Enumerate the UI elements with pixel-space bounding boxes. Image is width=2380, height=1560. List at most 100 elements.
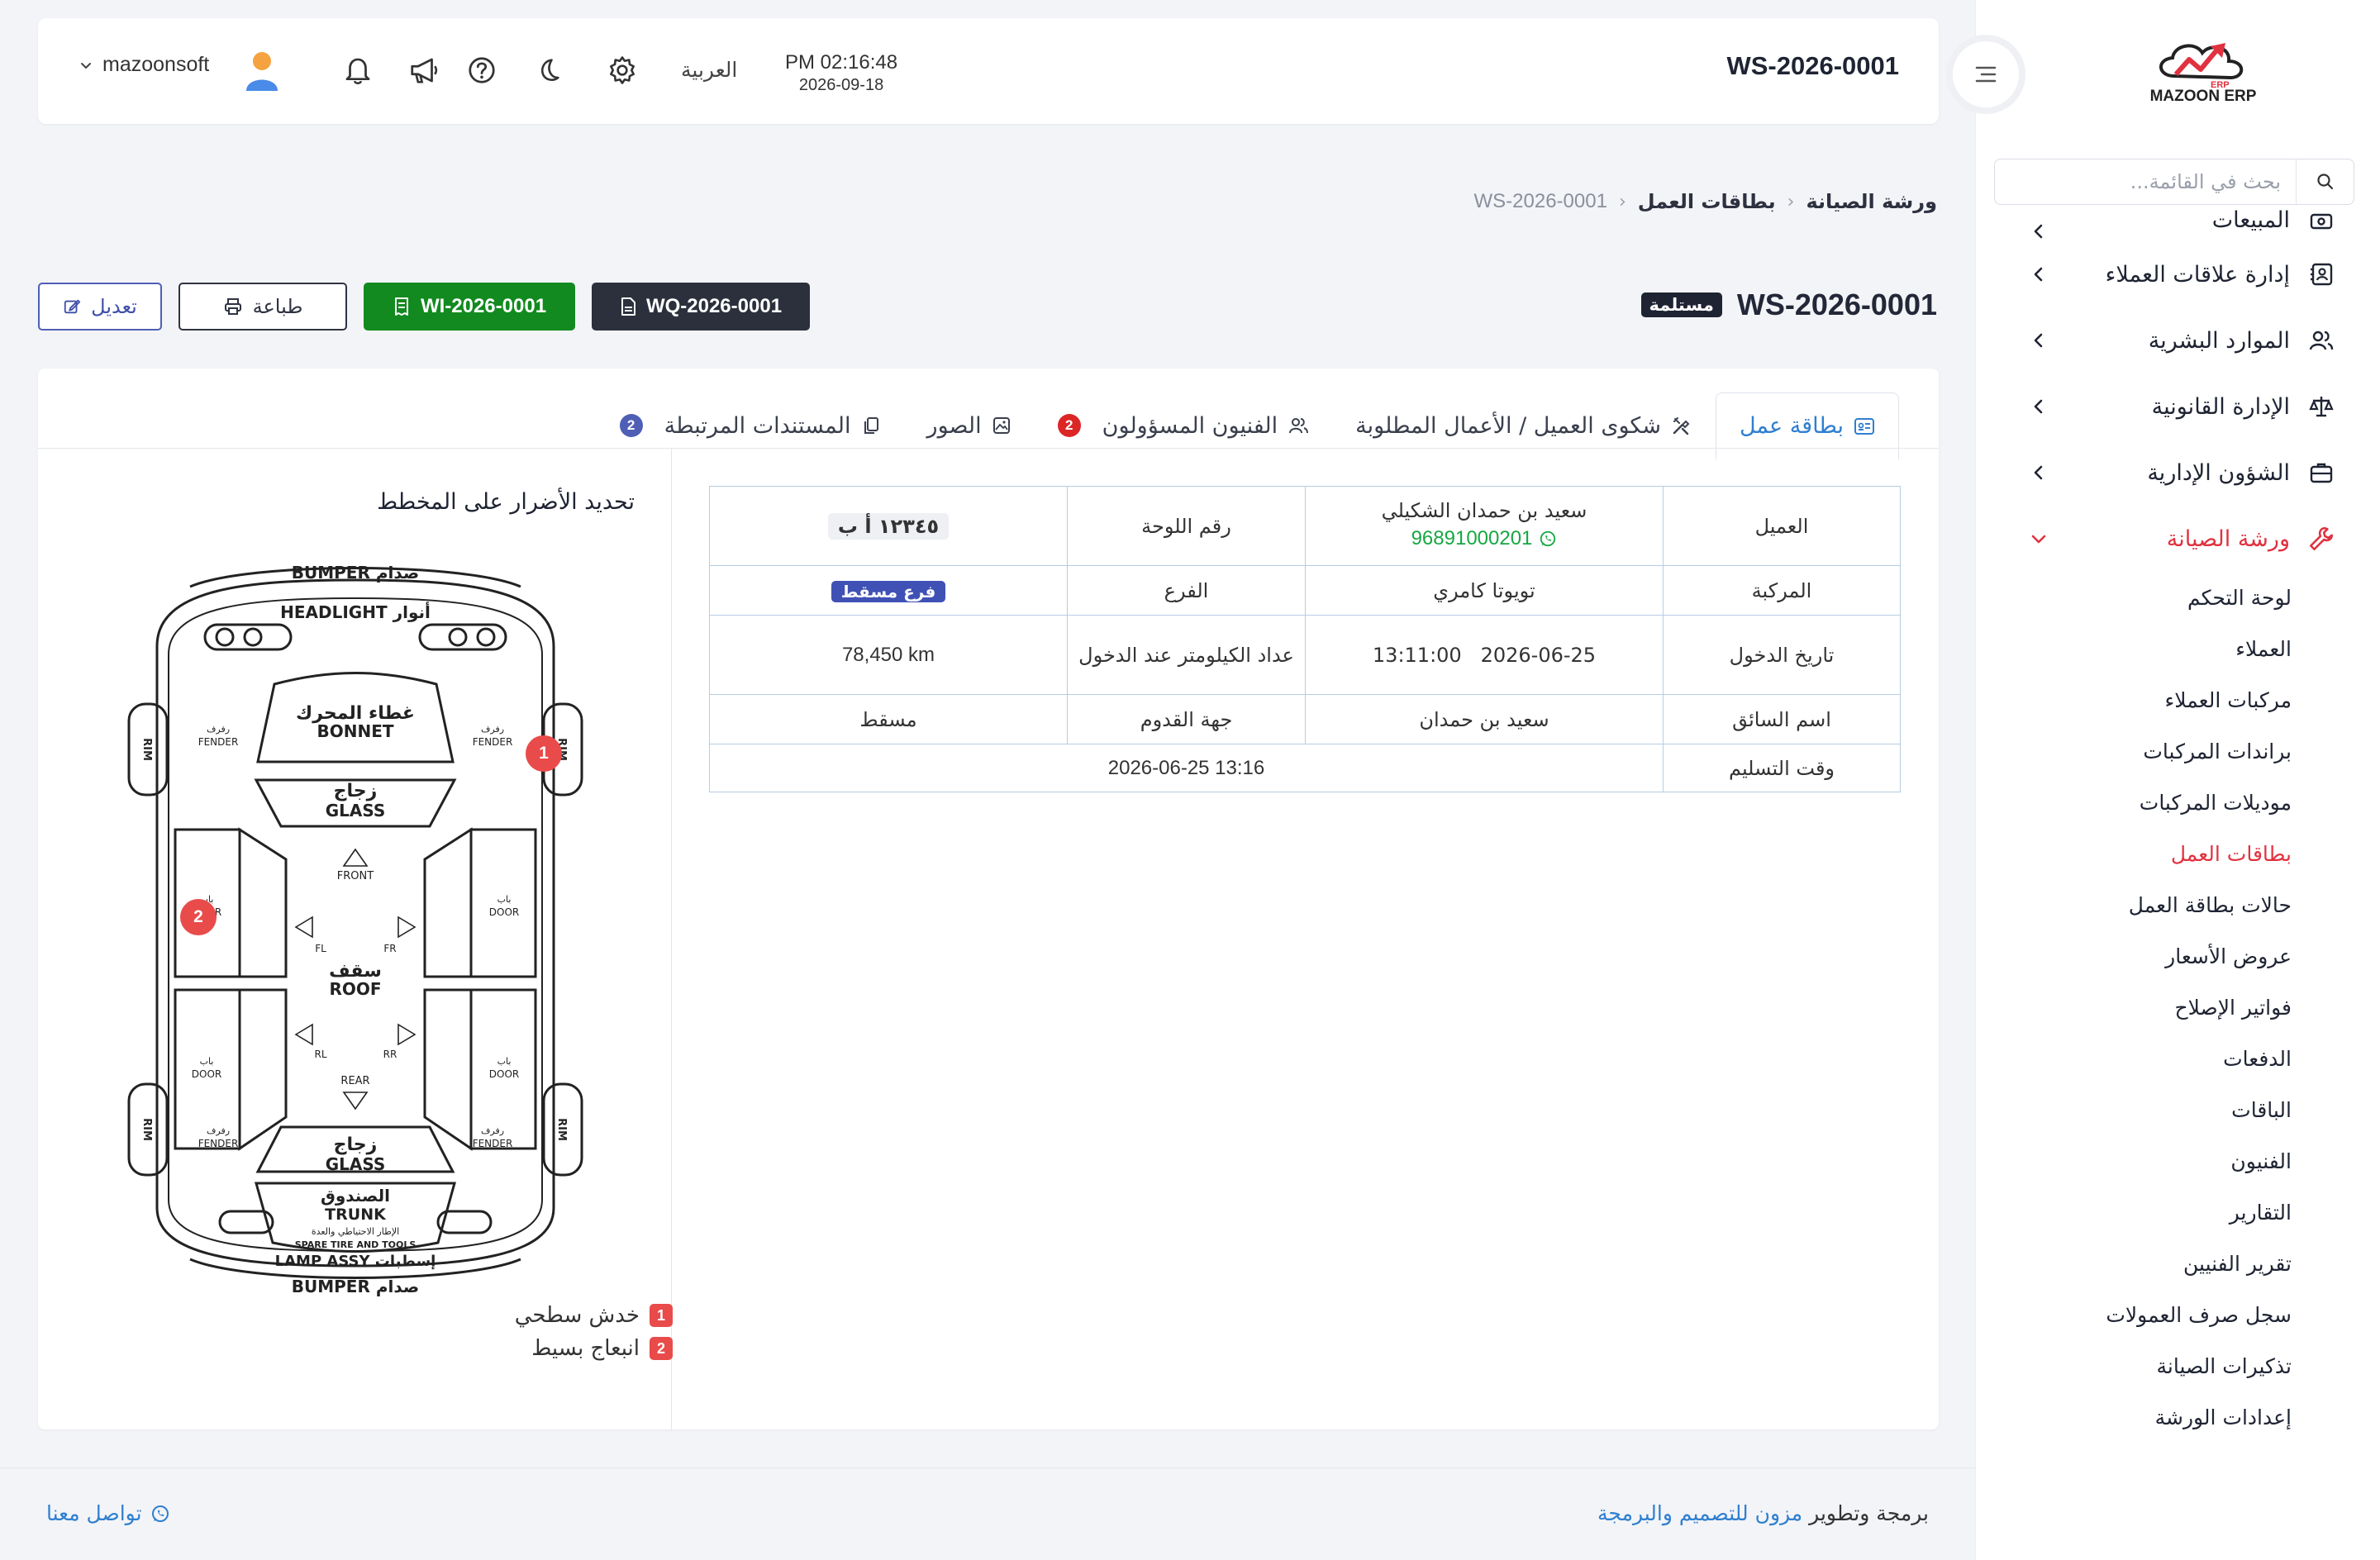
sidebar-item-sales[interactable]: المبيعات	[1976, 205, 2380, 241]
table-row: تاريخ الدخول 2026-06-25 13:11:00 عداد ال…	[709, 615, 1901, 695]
tab-photos[interactable]: الصور	[904, 392, 1035, 459]
label-door-fr-ar: باب	[497, 894, 512, 905]
print-button-label: طباعة	[252, 295, 303, 318]
invoice-icon	[394, 297, 408, 316]
help-button[interactable]	[463, 51, 501, 89]
sidebar-subitem-workshop-settings[interactable]: إعدادات الورشة	[1976, 1391, 2292, 1443]
breadcrumb-root[interactable]: ورشة الصيانة	[1806, 190, 1937, 213]
tools-icon	[1673, 417, 1690, 435]
contact-label: تواصل معنا	[46, 1501, 142, 1525]
tab-count-badge: 2	[1057, 414, 1081, 437]
username: mazoonsoft	[102, 53, 210, 76]
legend-item: 1 خدش سطحي	[515, 1299, 673, 1332]
invoice-link-button[interactable]: WI-2026-0001	[364, 283, 575, 331]
customer-phone-link[interactable]: 96891000201	[1411, 527, 1558, 550]
brand-logo[interactable]: ERP MAZOON ERP	[2125, 35, 2282, 109]
column-divider	[671, 449, 672, 1429]
user-menu[interactable]: mazoonsoft	[78, 53, 209, 77]
sidebar-subitem-customer-vehicles[interactable]: مركبات العملاء	[1976, 674, 2292, 725]
label-fr: FR	[383, 943, 396, 954]
sidebar-subitem-vehicle-brands[interactable]: براندات المركبات	[1976, 725, 2292, 777]
sidebar-item-hr[interactable]: الموارد البشرية	[1976, 307, 2380, 373]
sidebar-item-workshop[interactable]: ورشة الصيانة	[1976, 506, 2380, 572]
dark-mode-toggle[interactable]	[529, 51, 567, 89]
sidebar-subitem-payments[interactable]: الدفعات	[1976, 1033, 2292, 1084]
damage-marker[interactable]: 1	[526, 735, 562, 772]
sidebar-subitem-job-cards[interactable]: بطاقات العمل	[1976, 828, 2292, 879]
sidebar-subitem-quotations[interactable]: عروض الأسعار	[1976, 930, 2292, 982]
quotation-number: WQ-2026-0001	[645, 295, 783, 317]
sidebar-subitem-reports[interactable]: التقارير	[1976, 1187, 2292, 1238]
sidebar-item-label: الإدارة القانونية	[2151, 393, 2290, 420]
footer: برمجة وتطوير مزون للتصميم والبرمجة تواصل…	[0, 1467, 1975, 1560]
job-card-info-table: العميل سعيد بن حمدان الشكيلي 96891000201…	[709, 486, 1901, 792]
sidebar-subitem-vehicle-models[interactable]: موديلات المركبات	[1976, 777, 2292, 828]
briefcase-icon	[2305, 456, 2338, 489]
edit-button[interactable]: تعديل	[38, 283, 162, 331]
contact-us-link[interactable]: تواصل معنا	[46, 1501, 170, 1525]
sidebar-item-crm[interactable]: إدارة علاقات العملاء	[1976, 241, 2380, 307]
announcements-button[interactable]	[405, 51, 443, 89]
sidebar-subitem-dashboard[interactable]: لوحة التحكم	[1976, 572, 2292, 623]
plate-label: رقم اللوحة	[1067, 486, 1306, 566]
tab-label: الفنيون المسؤولون	[1102, 412, 1278, 439]
copy-icon	[864, 417, 878, 434]
sidebar-subitem-maintenance-reminders[interactable]: تذكيرات الصيانة	[1976, 1340, 2292, 1391]
sidebar-item-legal[interactable]: الإدارة القانونية	[1976, 373, 2380, 440]
label-fender-rr: FENDER	[473, 1138, 513, 1149]
settings-button[interactable]	[603, 51, 641, 89]
search-button[interactable]	[2296, 159, 2354, 204]
avatar[interactable]	[241, 50, 283, 93]
users-icon	[1289, 418, 1309, 434]
sidebar-item-admin[interactable]: الشؤون الإدارية	[1976, 440, 2380, 506]
cash-register-icon	[2305, 205, 2338, 236]
clock-date: 2026-09-18	[798, 76, 884, 94]
footer-credit: برمجة وتطوير مزون للتصميم والبرمجة	[1597, 1501, 1929, 1525]
contact-card-icon	[2305, 258, 2338, 291]
damage-marker[interactable]: 2	[180, 899, 217, 935]
moon-icon	[540, 59, 559, 81]
document-icon	[621, 297, 635, 316]
topbar-document-title: WS-2026-0001	[1726, 51, 1899, 80]
brand-name: MAZOON ERP	[2149, 88, 2257, 105]
language-switch[interactable]: العربية	[681, 58, 737, 82]
job-card-code: WS-2026-0001	[1736, 288, 1937, 321]
tab-complaint[interactable]: شكوى العميل / الأعمال المطلوبة	[1332, 392, 1716, 459]
sidebar-subitem-job-card-statuses[interactable]: حالات بطاقة العمل	[1976, 879, 2292, 930]
label-trunk: TRUNK	[325, 1206, 387, 1224]
clock-time: PM 02:16:48	[785, 51, 898, 74]
tab-label: الصور	[926, 412, 982, 439]
menu-toggle-icon	[1975, 66, 1997, 83]
legend-number: 2	[650, 1337, 673, 1360]
user-avatar-icon	[246, 52, 278, 91]
tab-technicians[interactable]: الفنيون المسؤولون 2	[1035, 392, 1332, 459]
quotation-link-button[interactable]: WQ-2026-0001	[592, 283, 810, 331]
breadcrumb-separator: ‹	[1618, 191, 1626, 212]
breadcrumb: ورشة الصيانة ‹ بطاقات العمل ‹ WS-2026-00…	[1474, 190, 1937, 213]
sidebar-subitem-technicians[interactable]: الفنيون	[1976, 1135, 2292, 1187]
menu-search-input[interactable]	[1995, 159, 2296, 204]
notifications-button[interactable]	[339, 51, 377, 89]
sidebar-subitem-commissions-log[interactable]: سجل صرف العمولات	[1976, 1289, 2292, 1340]
sidebar-subitem-technicians-report[interactable]: تقرير الفنيين	[1976, 1238, 2292, 1289]
tab-job-card[interactable]: بطاقة عمل	[1715, 392, 1899, 460]
label-front: FRONT	[337, 870, 374, 882]
print-button[interactable]: طباعة	[178, 283, 347, 331]
help-icon	[469, 57, 495, 83]
plate-number: ١٢٣٤٥ أ ب	[827, 512, 950, 540]
entry-date-label: تاريخ الدخول	[1663, 615, 1901, 695]
sidebar-subitem-packages[interactable]: الباقات	[1976, 1084, 2292, 1135]
legend-item: 2 انبعاج بسيط	[515, 1332, 673, 1365]
sidebar-toggle-button[interactable]	[1953, 41, 2019, 107]
breadcrumb-section[interactable]: بطاقات العمل	[1638, 190, 1776, 213]
menu-search	[1994, 159, 2354, 205]
sidebar-subitem-repair-invoices[interactable]: فواتير الإصلاح	[1976, 982, 2292, 1033]
sidebar-subitem-customers[interactable]: العملاء	[1976, 623, 2292, 674]
credit-company-link[interactable]: مزون للتصميم والبرمجة	[1597, 1501, 1802, 1525]
legend-number: 1	[650, 1304, 673, 1327]
label-rim-rr: RIM	[555, 1118, 568, 1141]
tab-label: شكوى العميل / الأعمال المطلوبة	[1355, 412, 1661, 439]
damage-diagram[interactable]: BUMPER صدام HEADLIGHT أنوار غطاء المحرك …	[83, 539, 628, 1299]
tab-related-documents[interactable]: المستندات المرتبطة 2	[597, 392, 904, 459]
table-row: وقت التسليم 2026-06-25 13:16	[709, 744, 1901, 792]
